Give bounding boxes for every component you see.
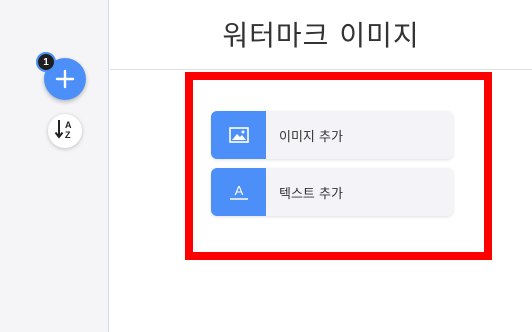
highlight-box <box>185 72 492 260</box>
add-text-button[interactable]: A 텍스트 추가 <box>211 168 453 216</box>
sort-a-z-icon: A Z <box>53 117 77 145</box>
text-icon: A <box>211 168 266 216</box>
add-image-button[interactable]: 이미지 추가 <box>211 111 453 159</box>
svg-text:A: A <box>234 183 243 198</box>
sidebar: 1 A Z <box>0 0 109 332</box>
image-icon <box>211 111 266 159</box>
add-text-label: 텍스트 추가 <box>279 186 343 202</box>
page-title: 워터마크 이미지 <box>222 18 420 52</box>
header: 워터마크 이미지 <box>110 0 532 70</box>
add-image-label: 이미지 추가 <box>279 129 343 145</box>
svg-text:A: A <box>65 120 72 130</box>
svg-text:Z: Z <box>65 130 71 140</box>
plus-icon <box>54 68 76 90</box>
sort-button[interactable]: A Z <box>48 114 82 148</box>
notification-badge: 1 <box>36 52 56 72</box>
